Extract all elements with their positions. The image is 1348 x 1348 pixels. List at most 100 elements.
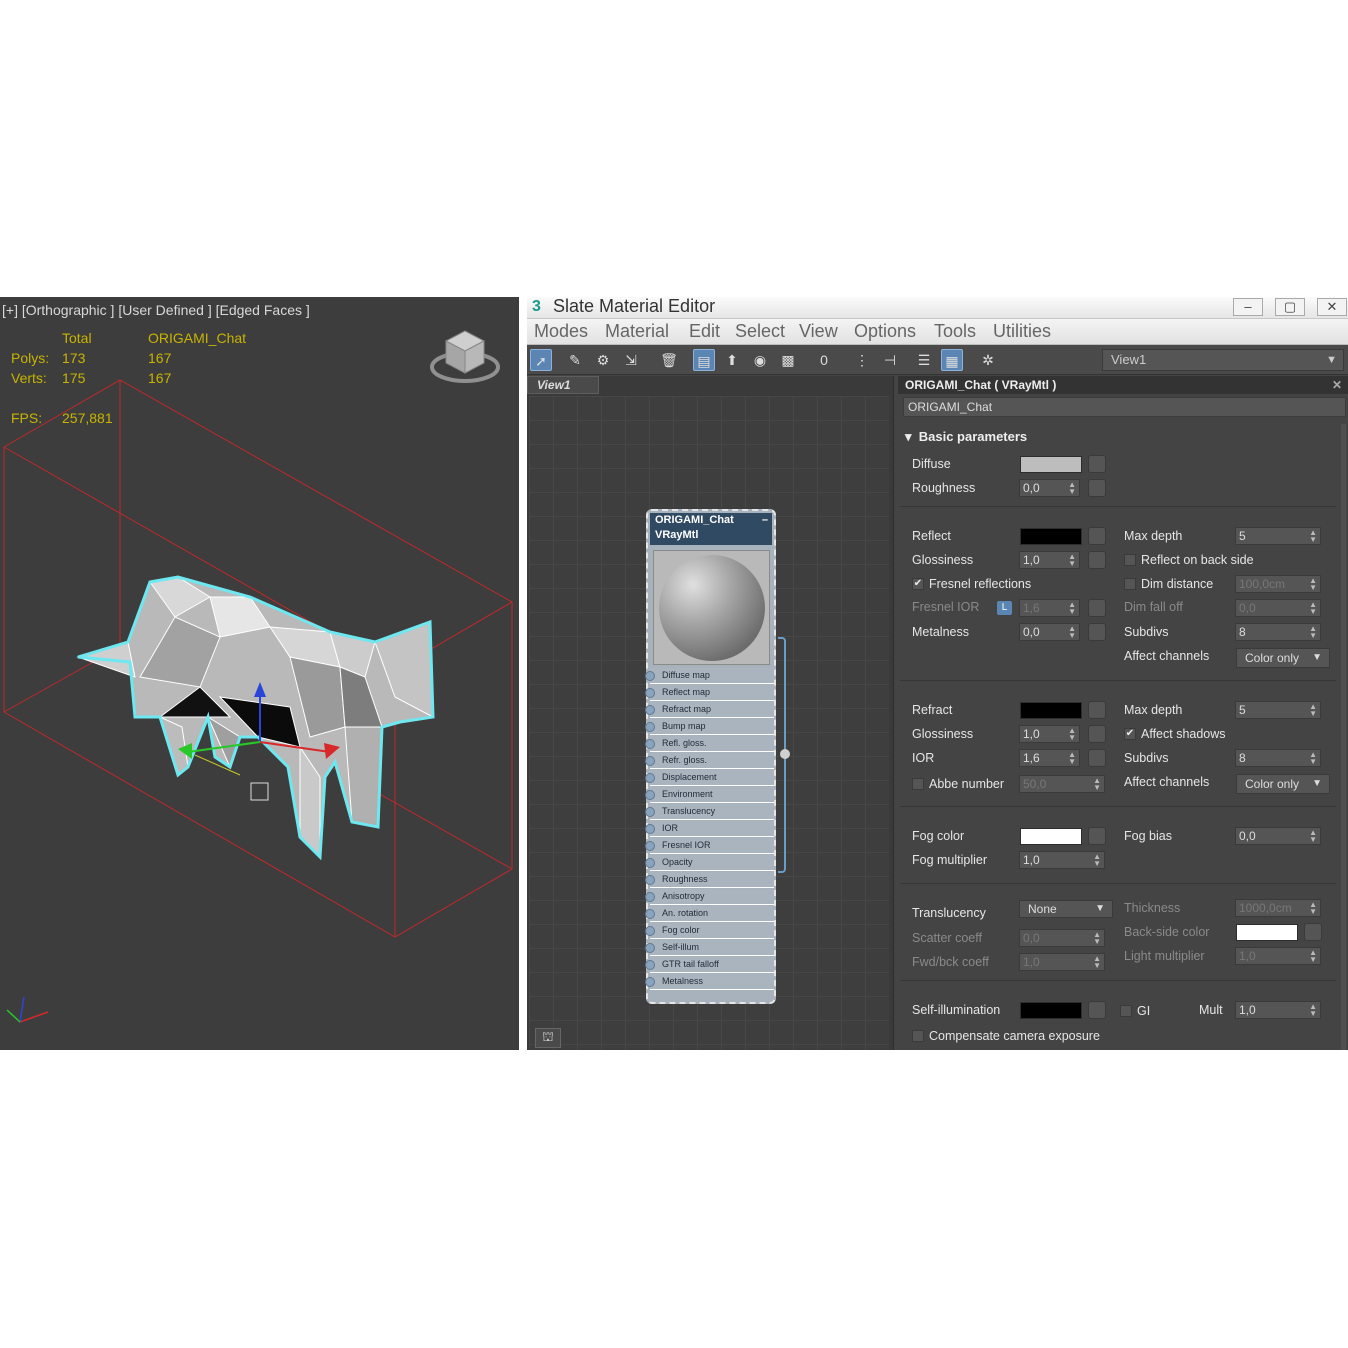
self-illum-map-button[interactable]	[1088, 1001, 1106, 1019]
node-slot[interactable]: Refract map	[645, 702, 774, 718]
compensate-checkbox[interactable]	[912, 1030, 924, 1042]
title-bar[interactable]: 3 Slate Material Editor – ▢ ✕	[527, 297, 1348, 319]
node-slot[interactable]: An. rotation	[645, 906, 774, 922]
node-slot[interactable]: Anisotropy	[645, 889, 774, 905]
node-header[interactable]: ORIGAMI_Chat VRayMtl –	[650, 513, 772, 545]
roughness-map-button[interactable]	[1088, 479, 1106, 497]
menu-material[interactable]: Material	[605, 321, 669, 342]
maximize-button[interactable]: ▢	[1275, 298, 1305, 316]
fwd-bck-spinner[interactable]: 1,0 ▲ ▼	[1019, 953, 1105, 971]
scene-canvas[interactable]	[0, 297, 519, 1050]
refr-glossiness-spinner[interactable]: 1,0 ▲ ▼	[1019, 725, 1080, 743]
props-scrollbar[interactable]	[1341, 424, 1346, 1050]
fog-color-swatch[interactable]	[1020, 828, 1082, 845]
node-slot[interactable]: Refl. gloss.	[645, 736, 774, 752]
slot-socket-icon[interactable]	[645, 977, 655, 987]
hide-unused-icon[interactable]: ⊣	[879, 349, 901, 371]
slot-socket-icon[interactable]	[645, 841, 655, 851]
menu-utilities[interactable]: Utilities	[993, 321, 1051, 342]
slot-socket-icon[interactable]	[645, 807, 655, 817]
menu-select[interactable]: Select	[735, 321, 785, 342]
node-slot[interactable]: Opacity	[645, 855, 774, 871]
node-slot[interactable]: Refr. gloss.	[645, 753, 774, 769]
metalness-map-button[interactable]	[1088, 623, 1106, 641]
node-slot[interactable]: Fog color	[645, 923, 774, 939]
node-slot[interactable]: Self-illum	[645, 940, 774, 956]
node-view[interactable]: View1 ORIGAMI_Chat VRayMtl – Diffuse map…	[527, 376, 894, 1050]
fresnel-ior-spinner[interactable]: 1,6 ▲ ▼	[1019, 599, 1080, 617]
eyedropper-icon[interactable]: ✎	[564, 349, 586, 371]
reflect-swatch[interactable]	[1020, 528, 1082, 545]
slot-socket-icon[interactable]	[645, 705, 655, 715]
delete-icon[interactable]: 🗑	[658, 349, 680, 371]
minimize-button[interactable]: –	[1233, 298, 1263, 316]
slot-socket-icon[interactable]	[645, 739, 655, 749]
menu-edit[interactable]: Edit	[689, 321, 720, 342]
refr-max-depth-spinner[interactable]: 5 ▲ ▼	[1235, 701, 1321, 719]
menu-modes[interactable]: Modes	[534, 321, 588, 342]
fresnel-checkbox[interactable]: ✔	[912, 578, 924, 590]
fog-color-map-button[interactable]	[1088, 827, 1106, 845]
affect-shadows-checkbox[interactable]: ✔	[1124, 728, 1136, 740]
list-icon[interactable]: ☰	[913, 349, 935, 371]
output-socket[interactable]	[780, 749, 790, 759]
slot-socket-icon[interactable]	[645, 790, 655, 800]
node-slot[interactable]: Metalness	[645, 974, 774, 990]
node-slot[interactable]: Environment	[645, 787, 774, 803]
slot-socket-icon[interactable]	[645, 892, 655, 902]
fog-bias-spinner[interactable]: 0,0 ▲ ▼	[1235, 827, 1321, 845]
refl-glossiness-spinner[interactable]: 1,0 ▲ ▼	[1019, 551, 1080, 569]
slot-socket-icon[interactable]	[645, 943, 655, 953]
refr-affect-dropdown[interactable]: Color only ▼	[1236, 774, 1330, 794]
roughness-spinner[interactable]: 0,0 ▲ ▼	[1019, 479, 1080, 497]
scatter-spinner[interactable]: 0,0 ▲ ▼	[1019, 929, 1105, 947]
refr-subdivs-spinner[interactable]: 8 ▲ ▼	[1235, 749, 1321, 767]
dim-distance-checkbox[interactable]	[1124, 578, 1136, 590]
self-illum-swatch[interactable]	[1020, 1002, 1082, 1019]
refl-max-depth-spinner[interactable]: 5 ▲ ▼	[1235, 527, 1321, 545]
mult-spinner[interactable]: 1,0 ▲ ▼	[1235, 1001, 1321, 1019]
move-children-icon[interactable]: ▤	[693, 349, 715, 371]
node-slot[interactable]: Roughness	[645, 872, 774, 888]
slot-socket-icon[interactable]	[645, 824, 655, 834]
slot-socket-icon[interactable]	[645, 773, 655, 783]
fresnel-ior-lock-button[interactable]: L	[997, 601, 1012, 615]
light-mult-spinner[interactable]: 1,0 ▲ ▼	[1235, 947, 1321, 965]
abbe-spinner[interactable]: 50,0 ▲ ▼	[1019, 775, 1105, 793]
node-slot[interactable]: IOR	[645, 821, 774, 837]
menu-options[interactable]: Options	[854, 321, 916, 342]
close-button[interactable]: ✕	[1317, 298, 1347, 316]
diffuse-swatch[interactable]	[1020, 456, 1082, 473]
refract-swatch[interactable]	[1020, 702, 1082, 719]
tab-view1[interactable]: View1	[527, 376, 599, 394]
fresnel-ior-map-button[interactable]	[1088, 599, 1106, 617]
close-icon[interactable]: ✕	[1332, 376, 1342, 394]
translucency-dropdown[interactable]: None ▼	[1019, 900, 1113, 918]
material-node[interactable]: ORIGAMI_Chat VRayMtl – Diffuse map Reflec…	[645, 509, 776, 1004]
refract-map-button[interactable]	[1088, 701, 1106, 719]
node-slot[interactable]: Bump map	[645, 719, 774, 735]
metalness-spinner[interactable]: 0,0 ▲ ▼	[1019, 623, 1080, 641]
ior-spinner[interactable]: 1,6 ▲ ▼	[1019, 749, 1080, 767]
slot-socket-icon[interactable]	[645, 909, 655, 919]
refr-glossiness-map-button[interactable]	[1088, 725, 1106, 743]
refl-subdivs-spinner[interactable]: 8 ▲ ▼	[1235, 623, 1321, 641]
background-icon[interactable]: ▩	[777, 349, 799, 371]
node-slot[interactable]: Reflect map	[645, 685, 774, 701]
node-slot[interactable]: Fresnel IOR	[645, 838, 774, 854]
back-side-map-button[interactable]	[1304, 923, 1322, 941]
abbe-checkbox[interactable]	[912, 778, 924, 790]
node-slot[interactable]: GTR tail falloff	[645, 957, 774, 973]
viewport-orthographic[interactable]: [+] [Orthographic ] [User Defined ] [Edg…	[0, 297, 519, 1050]
slot-socket-icon[interactable]	[645, 722, 655, 732]
refl-affect-dropdown[interactable]: Color only ▼	[1236, 648, 1330, 668]
dim-distance-spinner[interactable]: 100,0cm ▲ ▼	[1235, 575, 1321, 593]
gi-checkbox[interactable]	[1120, 1005, 1132, 1017]
slot-socket-icon[interactable]	[645, 960, 655, 970]
node-slot[interactable]: Translucency	[645, 804, 774, 820]
diffuse-map-button[interactable]	[1088, 455, 1106, 473]
material-id-icon[interactable]: 0	[813, 349, 835, 371]
put-to-scene-icon[interactable]: ⇲	[620, 349, 642, 371]
menu-tools[interactable]: Tools	[934, 321, 976, 342]
fog-mult-spinner[interactable]: 1,0 ▲ ▼	[1019, 851, 1105, 869]
